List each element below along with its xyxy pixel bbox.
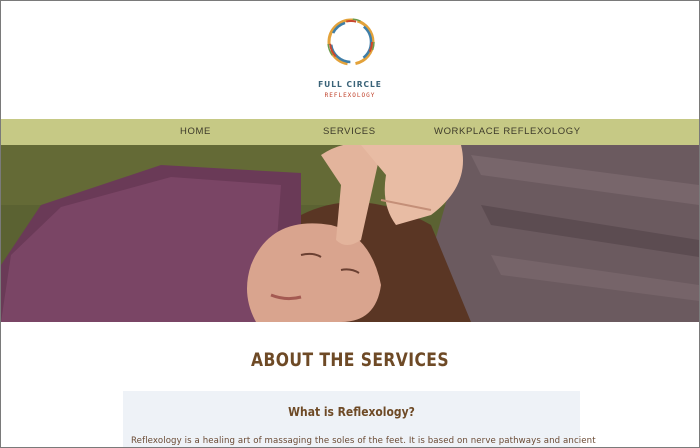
page-frame: FULL CIRCLE REFLEXOLOGY HOME SERVICES WO… bbox=[1, 1, 699, 447]
info-card: What is Reflexology? Reflexology is a he… bbox=[123, 391, 596, 447]
main-navigation: HOME SERVICES WORKPLACE REFLEXOLOGY bbox=[1, 119, 699, 145]
card-title: What is Reflexology? bbox=[288, 404, 415, 419]
hero-image bbox=[1, 145, 699, 322]
nav-item-services[interactable]: SERVICES bbox=[323, 126, 376, 137]
hero-illustration bbox=[1, 145, 699, 322]
brand-name: FULL CIRCLE bbox=[318, 80, 382, 89]
nav-item-home[interactable]: HOME bbox=[180, 126, 211, 137]
page-title: ABOUT THE SERVICES bbox=[250, 349, 450, 371]
nav-item-workplace-reflexology[interactable]: WORKPLACE REFLEXOLOGY bbox=[434, 126, 581, 137]
card-text: Reflexology is a healing art of massagin… bbox=[131, 436, 596, 446]
brand-subtitle: REFLEXOLOGY bbox=[324, 92, 376, 99]
circle-logo-icon[interactable] bbox=[323, 14, 379, 70]
site-header: FULL CIRCLE REFLEXOLOGY bbox=[1, 1, 699, 119]
